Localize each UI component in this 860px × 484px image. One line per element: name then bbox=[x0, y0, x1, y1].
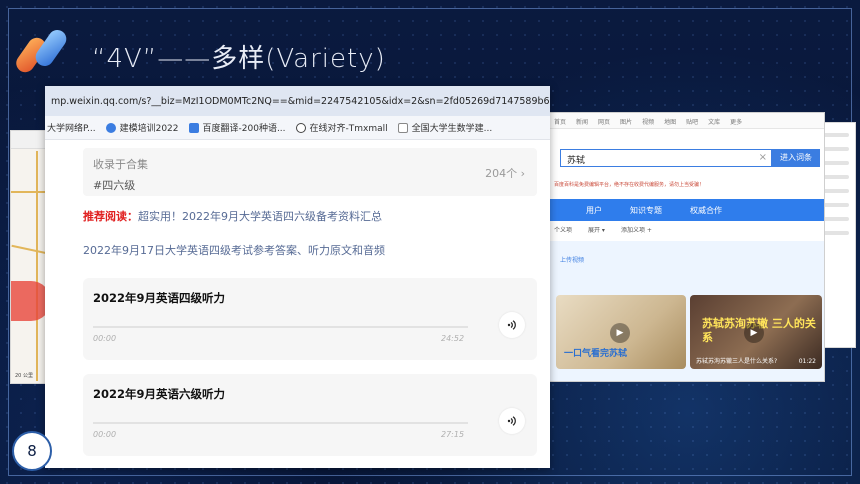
translate-icon bbox=[188, 122, 199, 133]
bookmarks-bar: 大学网络P... 建模培训2022 百度翻译-200种语... 在线对齐-Tmx… bbox=[45, 116, 550, 140]
audio-play-icon[interactable] bbox=[499, 408, 525, 434]
bookmark-label: 大学网络P... bbox=[47, 124, 96, 134]
nav-item[interactable]: 权威合作 bbox=[690, 205, 722, 216]
bookmark-item[interactable]: 建模培训2022 bbox=[105, 121, 179, 134]
bookmark-label: 建模培训2022 bbox=[119, 124, 179, 134]
video-caption: 一口气看完苏轼 bbox=[564, 349, 628, 359]
wechat-article-screenshot: mp.weixin.qq.com/s?__biz=MzI1ODM0MTc2NQ=… bbox=[45, 86, 550, 468]
audio-progress-bar[interactable] bbox=[93, 326, 468, 328]
collection-count[interactable]: 204个 › bbox=[485, 165, 525, 181]
topbar-item[interactable]: 视频 bbox=[642, 117, 654, 126]
audio-progress-bar[interactable] bbox=[93, 422, 468, 424]
bookmark-item[interactable]: 全国大学生数学建... bbox=[397, 121, 493, 134]
upload-video-link[interactable]: 上传视频 bbox=[560, 255, 584, 264]
collection-tag[interactable]: #四六级 bbox=[93, 177, 527, 193]
topbar-item[interactable]: 文库 bbox=[708, 117, 720, 126]
audio-duration: 27:15 bbox=[441, 430, 465, 439]
topbar-item[interactable]: 更多 bbox=[730, 117, 742, 126]
logo-icon bbox=[16, 29, 67, 73]
subnav-item[interactable]: 展开 ▾ bbox=[588, 225, 605, 234]
play-icon[interactable]: ▶ bbox=[610, 323, 630, 343]
bookmark-icon bbox=[105, 122, 116, 133]
bookmark-label: 百度翻译-200种语... bbox=[202, 124, 286, 134]
collection-card[interactable]: 收录于合集 #四六级 204个 › bbox=[83, 148, 537, 196]
bookmark-item[interactable]: 在线对齐-Tmxmall bbox=[295, 121, 388, 134]
topbar-item[interactable]: 图片 bbox=[620, 117, 632, 126]
baike-search-input[interactable]: 苏轼 × bbox=[560, 149, 772, 167]
topbar-item[interactable]: 地图 bbox=[664, 117, 676, 126]
recommend-line: 推荐阅读：超实用！2022年9月大学英语四六级备考资料汇总 bbox=[83, 208, 538, 224]
nav-item[interactable]: 用户 bbox=[586, 205, 602, 216]
video-thumbnail[interactable]: 苏轼苏洵苏辙 三人的关系 ▶ 苏轼苏洵苏辙三人是什么关系? 01:22 bbox=[690, 295, 822, 369]
bookmark-item[interactable]: 百度翻译-200种语... bbox=[188, 121, 286, 134]
align-icon bbox=[295, 122, 306, 133]
sound-wave-icon bbox=[507, 320, 516, 330]
nav-item[interactable]: 知识专题 bbox=[630, 205, 662, 216]
audio-player: 2022年9月英语四级听力 00:00 24:52 bbox=[83, 278, 537, 360]
page-number: 8 bbox=[12, 431, 52, 471]
address-bar[interactable]: mp.weixin.qq.com/s?__biz=MzI1ODM0MTc2NQ=… bbox=[45, 86, 550, 116]
topbar-item[interactable]: 贴吧 bbox=[686, 117, 698, 126]
baike-subnav: 个义项 展开 ▾ 添加义项 + bbox=[554, 225, 652, 234]
enter-entry-button[interactable]: 进入词条 bbox=[772, 149, 820, 167]
topbar-item[interactable]: 新闻 bbox=[576, 117, 588, 126]
map-scale: 20 公里 bbox=[15, 373, 33, 379]
bookmark-label: 全国大学生数学建... bbox=[411, 124, 493, 134]
bookmark-item[interactable]: 大学网络P... bbox=[47, 121, 96, 134]
play-icon[interactable]: ▶ bbox=[744, 323, 764, 343]
search-value: 苏轼 bbox=[567, 156, 586, 166]
audio-start-time: 00:00 bbox=[93, 430, 117, 439]
recommend-link[interactable]: 超实用！2022年9月大学英语四六级备考资料汇总 bbox=[138, 210, 382, 223]
bookmark-label: 在线对齐-Tmxmall bbox=[309, 124, 388, 134]
baike-screenshot: 首页 新闻 网页 图片 视频 地图 贴吧 文库 更多 苏轼 × 进入词条 百度百… bbox=[545, 112, 825, 382]
article-link[interactable]: 2022年9月17日大学英语四级考试参考答案、听力原文和音频 bbox=[83, 242, 538, 258]
recommend-prefix: 推荐阅读： bbox=[83, 210, 138, 223]
clear-icon[interactable]: × bbox=[759, 152, 767, 163]
audio-start-time: 00:00 bbox=[93, 334, 117, 343]
video-thumbnail[interactable]: ▶ 一口气看完苏轼 bbox=[556, 295, 686, 369]
slide-title: “4V”——多样(Variety) bbox=[92, 44, 386, 74]
audio-play-icon[interactable] bbox=[499, 312, 525, 338]
article-body: 收录于合集 #四六级 204个 › 推荐阅读：超实用！2022年9月大学英语四六… bbox=[45, 148, 550, 456]
audio-title: 2022年9月英语四级听力 bbox=[93, 291, 226, 305]
baike-notice: 百度百科是免费编辑平台，绝不存在收费代编服务，请勿上当受骗！ bbox=[554, 182, 705, 188]
map-road bbox=[36, 151, 38, 381]
baike-topbar: 首页 新闻 网页 图片 视频 地图 贴吧 文库 更多 bbox=[546, 113, 824, 129]
sound-wave-icon bbox=[507, 416, 516, 426]
doc-icon bbox=[397, 122, 408, 133]
subnav-item[interactable]: 添加义项 + bbox=[621, 225, 652, 234]
audio-duration: 24:52 bbox=[441, 334, 465, 343]
topbar-item[interactable]: 首页 bbox=[554, 117, 566, 126]
video-meta: 苏轼苏洵苏辙三人是什么关系? bbox=[696, 358, 778, 365]
baike-nav: 用户 知识专题 权威合作 bbox=[546, 199, 824, 221]
subnav-item[interactable]: 个义项 bbox=[554, 225, 572, 234]
video-duration: 01:22 bbox=[798, 358, 816, 365]
collection-label: 收录于合集 bbox=[93, 158, 148, 171]
baike-content: 上传视频 ▶ 一口气看完苏轼 苏轼苏洵苏辙 三人的关系 ▶ 苏轼苏洵苏辙三人是什… bbox=[546, 241, 824, 381]
audio-title: 2022年9月英语六级听力 bbox=[93, 387, 226, 401]
audio-player: 2022年9月英语六级听力 00:00 27:15 bbox=[83, 374, 537, 456]
topbar-item[interactable]: 网页 bbox=[598, 117, 610, 126]
